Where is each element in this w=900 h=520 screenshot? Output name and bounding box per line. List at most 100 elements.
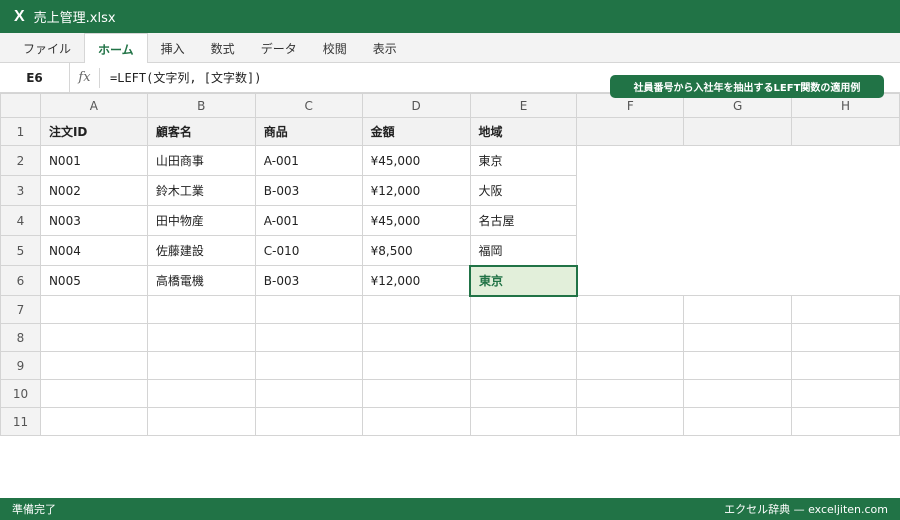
tab-formulas[interactable]: 数式 bbox=[198, 33, 248, 63]
cell-a3[interactable]: N002 bbox=[39, 175, 148, 206]
cell-f1[interactable] bbox=[576, 117, 685, 146]
cell-h3[interactable] bbox=[791, 175, 900, 206]
cell-c10[interactable] bbox=[254, 379, 363, 408]
cell-b5[interactable]: 佐藤建設 bbox=[146, 235, 256, 266]
cell-e3[interactable]: 大阪 bbox=[469, 175, 578, 206]
row-header-10[interactable]: 10 bbox=[0, 379, 41, 408]
cell-c9[interactable] bbox=[254, 351, 363, 380]
cell-d1[interactable]: 金額 bbox=[361, 117, 471, 146]
cell-g9[interactable] bbox=[683, 351, 793, 380]
row-header-9[interactable]: 9 bbox=[0, 351, 41, 380]
cell-f7[interactable] bbox=[576, 295, 685, 324]
cell-a8[interactable] bbox=[39, 323, 148, 352]
column-header-a[interactable]: A bbox=[39, 93, 148, 118]
cell-e5[interactable]: 福岡 bbox=[469, 235, 578, 266]
cell-h6[interactable] bbox=[791, 265, 900, 296]
cell-c5[interactable]: C-010 bbox=[254, 235, 363, 266]
cell-a6[interactable]: N005 bbox=[39, 265, 148, 296]
cell-d9[interactable] bbox=[361, 351, 471, 380]
row-header-2[interactable]: 2 bbox=[0, 145, 41, 176]
name-box[interactable]: E6 bbox=[0, 62, 70, 93]
cell-g2[interactable] bbox=[683, 145, 792, 176]
select-all-corner[interactable] bbox=[0, 93, 41, 118]
cell-a10[interactable] bbox=[39, 379, 148, 408]
cell-b9[interactable] bbox=[146, 351, 256, 380]
cell-h9[interactable] bbox=[791, 351, 900, 380]
tab-file[interactable]: ファイル bbox=[10, 33, 84, 63]
row-header-5[interactable]: 5 bbox=[0, 235, 41, 266]
cell-c8[interactable] bbox=[254, 323, 363, 352]
cell-a2[interactable]: N001 bbox=[39, 145, 148, 176]
row-header-3[interactable]: 3 bbox=[0, 175, 41, 206]
cell-e9[interactable] bbox=[469, 351, 578, 380]
cell-h7[interactable] bbox=[791, 295, 900, 324]
cell-d4[interactable]: ¥45,000 bbox=[361, 205, 471, 236]
cell-e10[interactable] bbox=[469, 379, 578, 408]
cell-f9[interactable] bbox=[576, 351, 685, 380]
tab-home[interactable]: ホーム bbox=[84, 33, 148, 64]
cell-g11[interactable] bbox=[683, 407, 793, 436]
cell-h2[interactable] bbox=[791, 145, 900, 176]
cell-b8[interactable] bbox=[146, 323, 256, 352]
column-header-b[interactable]: B bbox=[146, 93, 256, 118]
cell-f4[interactable] bbox=[576, 205, 684, 236]
cell-d6[interactable]: ¥12,000 bbox=[361, 265, 471, 296]
cell-b1[interactable]: 顧客名 bbox=[146, 117, 256, 146]
cell-d7[interactable] bbox=[361, 295, 471, 324]
row-header-4[interactable]: 4 bbox=[0, 205, 41, 236]
cell-f6[interactable] bbox=[576, 265, 684, 296]
cell-d11[interactable] bbox=[361, 407, 471, 436]
cell-f5[interactable] bbox=[576, 235, 684, 266]
cell-h5[interactable] bbox=[791, 235, 900, 266]
fx-icon[interactable]: fx bbox=[70, 67, 100, 88]
cell-g4[interactable] bbox=[683, 205, 792, 236]
cell-b4[interactable]: 田中物産 bbox=[146, 205, 256, 236]
cell-d10[interactable] bbox=[361, 379, 471, 408]
tab-view[interactable]: 表示 bbox=[360, 33, 410, 63]
cell-d5[interactable]: ¥8,500 bbox=[361, 235, 471, 266]
cell-c11[interactable] bbox=[254, 407, 363, 436]
cell-f3[interactable] bbox=[576, 175, 684, 206]
cell-b10[interactable] bbox=[146, 379, 256, 408]
cell-c6[interactable]: B-003 bbox=[254, 265, 363, 296]
cell-h1[interactable] bbox=[791, 117, 900, 146]
cell-e2[interactable]: 東京 bbox=[469, 145, 578, 176]
tab-data[interactable]: データ bbox=[248, 33, 310, 63]
cell-a7[interactable] bbox=[39, 295, 148, 324]
cell-f8[interactable] bbox=[576, 323, 685, 352]
cell-e6-selected[interactable]: 東京 bbox=[469, 264, 578, 297]
cell-e8[interactable] bbox=[469, 323, 578, 352]
cell-e7[interactable] bbox=[469, 295, 578, 324]
cell-a11[interactable] bbox=[39, 407, 148, 436]
cell-b11[interactable] bbox=[146, 407, 256, 436]
cell-h8[interactable] bbox=[791, 323, 900, 352]
column-header-c[interactable]: C bbox=[254, 93, 363, 118]
cell-c7[interactable] bbox=[254, 295, 363, 324]
cell-g10[interactable] bbox=[683, 379, 793, 408]
cell-f10[interactable] bbox=[576, 379, 685, 408]
cell-b3[interactable]: 鈴木工業 bbox=[146, 175, 256, 206]
cell-c1[interactable]: 商品 bbox=[254, 117, 363, 146]
cell-g7[interactable] bbox=[683, 295, 793, 324]
tab-insert[interactable]: 挿入 bbox=[148, 33, 198, 63]
cell-h4[interactable] bbox=[791, 205, 900, 236]
cell-g1[interactable] bbox=[683, 117, 793, 146]
cell-e11[interactable] bbox=[469, 407, 578, 436]
row-header-6[interactable]: 6 bbox=[0, 265, 41, 296]
cell-a1[interactable]: 注文ID bbox=[39, 117, 148, 146]
column-header-d[interactable]: D bbox=[361, 93, 471, 118]
cell-g5[interactable] bbox=[683, 235, 792, 266]
cell-e4[interactable]: 名古屋 bbox=[469, 205, 578, 236]
cell-d3[interactable]: ¥12,000 bbox=[361, 175, 471, 206]
cell-g3[interactable] bbox=[683, 175, 792, 206]
cell-d8[interactable] bbox=[361, 323, 471, 352]
cell-a9[interactable] bbox=[39, 351, 148, 380]
cell-c4[interactable]: A-001 bbox=[254, 205, 363, 236]
column-header-e[interactable]: E bbox=[469, 93, 578, 118]
cell-a5[interactable]: N004 bbox=[39, 235, 148, 266]
cell-f2[interactable] bbox=[576, 145, 684, 176]
cell-b7[interactable] bbox=[146, 295, 256, 324]
cell-a4[interactable]: N003 bbox=[39, 205, 148, 236]
formula-input[interactable]: =LEFT(文字列, [文字数]) bbox=[100, 69, 261, 86]
cell-g6[interactable] bbox=[683, 265, 792, 296]
